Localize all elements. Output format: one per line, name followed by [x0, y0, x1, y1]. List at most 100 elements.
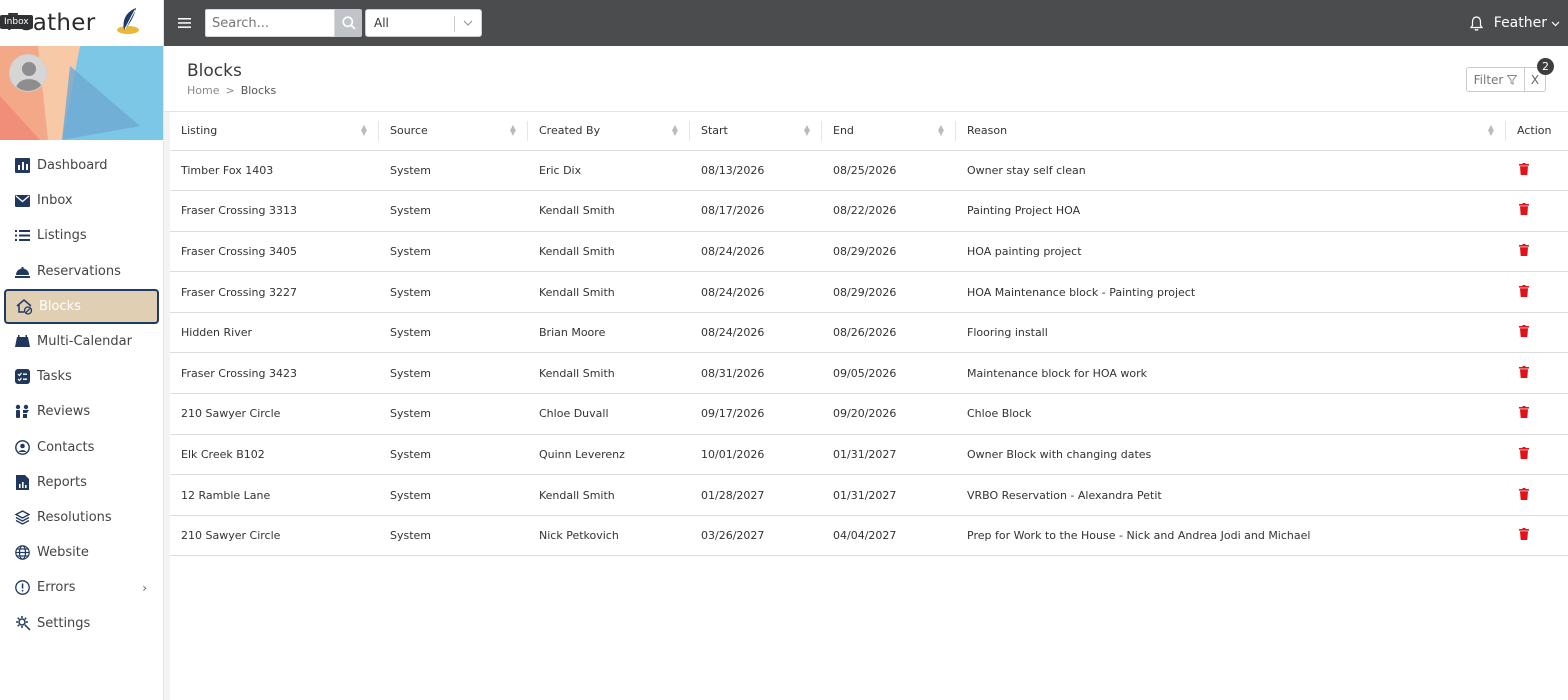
cell-end: 08/26/2026	[822, 312, 956, 354]
trash-icon[interactable]	[1519, 284, 1529, 300]
table-row[interactable]: 210 Sawyer Circle System Nick Petkovich 03/…	[170, 515, 1568, 557]
gear-icon	[14, 615, 31, 632]
sidebar-item-label: Settings	[37, 615, 91, 631]
trash-icon[interactable]	[1519, 487, 1529, 503]
sidebar-item-resolutions[interactable]: Resolutions	[4, 500, 159, 535]
search-group	[205, 9, 362, 37]
table-row[interactable]: Timber Fox 1403 System Eric Dix 08/13/2026 0…	[170, 150, 1568, 192]
sidebar-item-errors[interactable]: Errors ›	[4, 570, 159, 605]
table-row[interactable]: 210 Sawyer Circle System Chloe Duvall 09/17…	[170, 393, 1568, 435]
cell-reason: Maintenance block for HOA work	[956, 352, 1506, 395]
sidebar-item-settings[interactable]: Settings	[4, 605, 159, 640]
hamburger-menu-icon[interactable]	[164, 18, 204, 28]
cell-start: 10/01/2026	[690, 434, 822, 476]
column-header-start[interactable]: Start ▲ ▼	[690, 112, 822, 151]
scope-select[interactable]: All	[365, 9, 482, 37]
table-row[interactable]: Elk Creek B102 System Quinn Leverenz 10/01/…	[170, 434, 1568, 476]
breadcrumb-current: Blocks	[240, 84, 277, 97]
bell-icon[interactable]	[1468, 15, 1486, 31]
cell-source: System	[379, 271, 528, 313]
sidebar-item-reservations[interactable]: Reservations	[4, 254, 159, 289]
column-header-listing[interactable]: Listing ▲ ▼	[170, 112, 379, 151]
report-icon	[14, 474, 31, 491]
column-label: Start	[701, 124, 728, 138]
table-row[interactable]: Fraser Crossing 3227 System Kendall Smith 0…	[170, 271, 1568, 313]
sidebar-item-label: Contacts	[37, 439, 95, 455]
sidebar-item-label: Tasks	[37, 369, 72, 385]
user-menu[interactable]: Feather	[1494, 15, 1547, 31]
sidebar-item-website[interactable]: Website	[4, 535, 159, 570]
avatar[interactable]	[9, 54, 47, 92]
column-header-reason[interactable]: Reason ▲ ▼	[956, 112, 1506, 151]
layers-icon	[14, 509, 31, 526]
trash-icon[interactable]	[1519, 325, 1529, 340]
chevron-down-icon[interactable]	[1551, 17, 1560, 30]
cell-source: System	[379, 231, 528, 273]
cell-source: System	[379, 393, 528, 435]
cell-listing: 12 Ramble Lane	[170, 474, 379, 516]
sidebar-item-label: Reports	[37, 474, 87, 490]
sidebar-item-tasks[interactable]: Tasks	[4, 359, 159, 394]
sidebar-item-dashboard[interactable]: Dashboard	[4, 148, 159, 183]
table-row[interactable]: Fraser Crossing 3423 System Kendall Smith 0…	[170, 352, 1568, 395]
search-icon	[341, 16, 356, 30]
table-row[interactable]: Fraser Crossing 3313 System Kendall Smith 0…	[170, 190, 1568, 232]
trash-icon[interactable]	[1519, 203, 1529, 218]
filter-label: Filter	[1473, 72, 1504, 87]
reviews-icon	[14, 403, 31, 420]
trash-icon[interactable]	[1519, 162, 1529, 178]
trash-icon[interactable]	[1519, 528, 1529, 543]
table-row[interactable]: Hidden River System Brian Moore 08/24/2026 0…	[170, 312, 1568, 354]
column-header-source[interactable]: Source ▲ ▼	[379, 112, 528, 151]
cell-end: 01/31/2027	[822, 434, 956, 476]
filter-button[interactable]: Filter	[1466, 67, 1525, 92]
filter-group: Filter X 2	[1466, 58, 1554, 92]
sidebar-item-reports[interactable]: Reports	[4, 465, 159, 500]
trash-icon[interactable]	[1519, 406, 1529, 421]
cell-reason: Painting Project HOA	[956, 190, 1506, 232]
page-title: Blocks	[187, 61, 242, 81]
select-divider	[454, 16, 455, 32]
search-button[interactable]	[335, 9, 362, 37]
column-header-end[interactable]: End ▲ ▼	[822, 112, 956, 151]
cell-source: System	[379, 352, 528, 395]
sort-icon: ▲ ▼	[509, 123, 516, 137]
envelope-icon	[14, 192, 31, 209]
trash-icon[interactable]	[1519, 446, 1529, 462]
cell-action	[1506, 434, 1568, 476]
search-input[interactable]	[205, 9, 335, 37]
cell-reason: HOA Maintenance block - Painting project	[956, 271, 1506, 313]
cell-reason: Owner Block with changing dates	[956, 434, 1506, 476]
cell-action	[1506, 231, 1568, 273]
column-label: Action	[1517, 124, 1552, 138]
sidebar-item-reviews[interactable]: Reviews	[4, 394, 159, 429]
trash-icon[interactable]	[1519, 365, 1529, 381]
cell-listing: Fraser Crossing 3423	[170, 352, 379, 395]
column-header-created-by[interactable]: Created By ▲ ▼	[528, 112, 690, 151]
trash-icon[interactable]	[1519, 243, 1529, 259]
exclamation-icon	[14, 579, 31, 596]
sidebar-item-listings[interactable]: Listings	[4, 218, 159, 253]
cell-created-by: Quinn Leverenz	[528, 434, 690, 476]
cell-reason: HOA painting project	[956, 231, 1506, 273]
cell-start: 08/24/2026	[690, 312, 822, 354]
cell-action	[1506, 312, 1568, 354]
sidebar-item-label: Reviews	[37, 404, 91, 420]
cell-source: System	[379, 190, 528, 232]
table-row[interactable]: 12 Ramble Lane System Kendall Smith 01/28/2…	[170, 474, 1568, 516]
sidebar-item-blocks[interactable]: Blocks	[4, 288, 159, 324]
column-label: Reason	[967, 124, 1008, 138]
breadcrumb-home[interactable]: Home	[187, 84, 219, 97]
table-row[interactable]: Fraser Crossing 3405 System Kendall Smith 0…	[170, 231, 1568, 273]
cell-start: 09/17/2026	[690, 393, 822, 435]
cell-reason: VRBO Reservation - Alexandra Petit	[956, 474, 1506, 516]
sidebar-item-inbox[interactable]: Inbox	[4, 183, 159, 218]
sidebar-item-label: Website	[37, 545, 89, 561]
sidebar-item-contacts[interactable]: Contacts	[4, 430, 159, 465]
sidebar-item-label: Errors	[37, 580, 76, 596]
sort-icon: ▲ ▼	[360, 123, 367, 137]
brand[interactable]: Feather Inbox	[0, 0, 163, 46]
house-block-icon	[16, 298, 33, 315]
sidebar-item-multi-calendar[interactable]: Multi-Calendar	[4, 324, 159, 359]
calendar-icon	[14, 333, 31, 350]
